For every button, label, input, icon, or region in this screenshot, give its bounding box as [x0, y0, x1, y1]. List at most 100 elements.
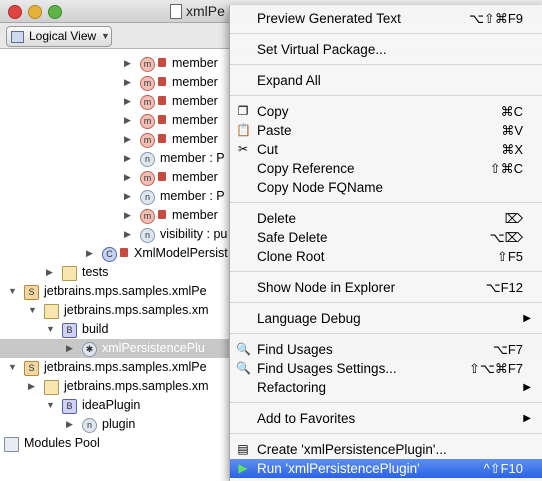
menu-item-label: Copy	[257, 104, 289, 119]
zoom-button[interactable]	[48, 5, 62, 19]
tree-row-label: ideaPlugin	[82, 398, 141, 412]
menu-item-clone-root[interactable]: Clone Root ⇧F5	[230, 247, 542, 266]
expand-toggle-icon[interactable]: ▶	[124, 149, 134, 168]
menu-item-label: Delete	[257, 211, 297, 226]
expand-toggle-icon[interactable]: ▶	[66, 339, 76, 358]
collapse-toggle-icon[interactable]: ▼	[8, 358, 18, 377]
menu-item-create-xmlpersistenceplugin[interactable]: ▤ Create 'xmlPersistencePlugin'...	[230, 440, 542, 459]
menu-item-run-xmlpersistenceplugin[interactable]: ▶ Run 'xmlPersistencePlugin' ^⇧F10	[230, 459, 542, 478]
expand-toggle-icon[interactable]: ▶	[124, 225, 134, 244]
lock-icon	[158, 77, 166, 86]
menu-item-cut[interactable]: ✂ Cut ⌘X	[230, 140, 542, 159]
menu-item-copy-reference[interactable]: Copy Reference ⇧⌘C	[230, 159, 542, 178]
node-icon: n	[140, 228, 155, 243]
menu-item-label: Set Virtual Package...	[257, 42, 387, 57]
expand-toggle-icon[interactable]: ▶	[124, 54, 134, 73]
menu-item-paste[interactable]: 📋 Paste ⌘V	[230, 121, 542, 140]
document-icon	[170, 4, 182, 19]
member-icon: m	[140, 57, 155, 72]
expand-toggle-icon[interactable]: ▶	[66, 415, 76, 434]
expand-toggle-icon[interactable]: ▶	[124, 73, 134, 92]
menu-item-label: Add to Favorites	[257, 411, 356, 426]
tree-row-label: member	[172, 75, 218, 89]
modules-pool-icon	[4, 437, 19, 452]
expand-toggle-icon[interactable]: ▶	[124, 111, 134, 130]
menu-item-find-usages-settings[interactable]: 🔍 Find Usages Settings... ⇧⌥⌘F7	[230, 359, 542, 378]
menu-separator	[230, 64, 542, 65]
menu-item-set-virtual-package[interactable]: Set Virtual Package...	[230, 40, 542, 59]
menu-item-language-debug[interactable]: Language Debug ▶	[230, 309, 542, 328]
menu-item-label: Language Debug	[257, 311, 361, 326]
expand-toggle-icon[interactable]: ▶	[86, 244, 96, 263]
tree-row-label: plugin	[102, 417, 136, 431]
menu-item-shortcut: ⇧F5	[496, 249, 523, 264]
lock-icon	[158, 134, 166, 143]
menu-item-shortcut: ⇧⌥⌘F7	[468, 361, 523, 376]
tree-row-label: build	[82, 322, 109, 336]
node-icon: n	[140, 152, 155, 167]
folder-icon	[62, 266, 77, 281]
menu-item-copy[interactable]: ❐ Copy ⌘C	[230, 102, 542, 121]
build-project-icon: B	[62, 399, 77, 414]
expand-toggle-icon[interactable]: ▶	[28, 377, 38, 396]
submenu-arrow-icon: ▶	[523, 382, 531, 393]
expand-toggle-icon[interactable]: ▶	[124, 130, 134, 149]
collapse-toggle-icon[interactable]: ▼	[8, 282, 18, 301]
menu-item-label: Find Usages Settings...	[257, 361, 397, 376]
menu-item-copy-node-fqname[interactable]: Copy Node FQName	[230, 178, 542, 197]
menu-item-find-usages[interactable]: 🔍 Find Usages ⌥F7	[230, 340, 542, 359]
collapse-toggle-icon[interactable]: ▼	[46, 320, 56, 339]
folder-icon	[44, 304, 59, 319]
menu-separator	[230, 402, 542, 403]
menu-item-shortcut: ⌘X	[501, 142, 523, 157]
tree-row-label: member : P	[160, 151, 225, 165]
tree-row-label: member	[172, 56, 218, 70]
menu-separator	[230, 433, 542, 434]
menu-item-shortcut: ⌥F7	[492, 342, 523, 357]
node-icon: n	[82, 418, 97, 433]
solution-icon: S	[24, 361, 39, 376]
menu-item-label: Expand All	[257, 73, 321, 88]
menu-item-refactoring[interactable]: Refactoring ▶	[230, 378, 542, 397]
menu-separator	[230, 333, 542, 334]
menu-item-label: Copy Reference	[257, 161, 355, 176]
lock-icon	[158, 210, 166, 219]
copy-icon: ❐	[237, 104, 249, 118]
member-icon: m	[140, 171, 155, 186]
minimize-button[interactable]	[28, 5, 42, 19]
tree-row-label: tests	[82, 265, 109, 279]
menu-item-expand-all[interactable]: Expand All	[230, 71, 542, 90]
menu-item-preview-generated-text[interactable]: Preview Generated Text ⌥⇧⌘F9	[230, 9, 542, 28]
cut-icon: ✂	[237, 142, 249, 156]
create-config-icon: ▤	[237, 442, 249, 456]
close-button[interactable]	[8, 5, 22, 19]
menu-item-add-to-favorites[interactable]: Add to Favorites ▶	[230, 409, 542, 428]
collapse-toggle-icon[interactable]: ▼	[28, 301, 38, 320]
window-title: xmlPe	[186, 3, 225, 19]
menu-item-shortcut: ⌥⇧⌘F9	[468, 11, 523, 26]
member-icon: m	[140, 114, 155, 129]
expand-toggle-icon[interactable]: ▶	[124, 187, 134, 206]
expand-toggle-icon[interactable]: ▶	[46, 263, 56, 282]
menu-item-show-node-in-explorer[interactable]: Show Node in Explorer ⌥F12	[230, 278, 542, 297]
menu-item-label: Refactoring	[257, 380, 327, 395]
build-project-icon: B	[62, 323, 77, 338]
tree-row-label: member : P	[160, 189, 225, 203]
tree-row-label: jetbrains.mps.samples.xmlPe	[44, 360, 207, 374]
menu-item-label: Paste	[257, 123, 292, 138]
lock-icon	[120, 248, 128, 257]
tree-row-label: member	[172, 208, 218, 222]
tree-row-label: member	[172, 94, 218, 108]
expand-toggle-icon[interactable]: ▶	[124, 206, 134, 225]
expand-toggle-icon[interactable]: ▶	[124, 168, 134, 187]
menu-item-label: Cut	[257, 142, 279, 157]
menu-item-label: Show Node in Explorer	[257, 280, 396, 295]
menu-item-safe-delete[interactable]: Safe Delete ⌥⌦	[230, 228, 542, 247]
menu-item-delete[interactable]: Delete ⌦	[230, 209, 542, 228]
collapse-toggle-icon[interactable]: ▼	[46, 396, 56, 415]
expand-toggle-icon[interactable]: ▶	[124, 92, 134, 111]
menu-item-shortcut: ⌥⌦	[489, 230, 523, 245]
menu-separator	[230, 302, 542, 303]
menu-item-shortcut: ^⇧F10	[483, 461, 523, 476]
view-selector-dropdown[interactable]: Logical View ▼	[6, 26, 112, 47]
